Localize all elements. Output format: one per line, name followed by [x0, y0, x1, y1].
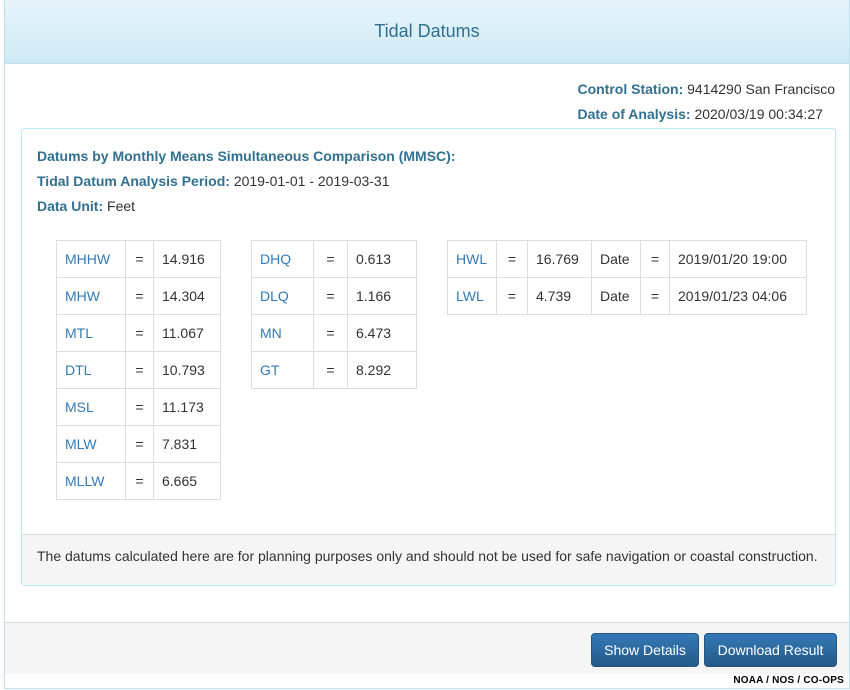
datum-value: 11.067	[153, 314, 221, 352]
tidal-datums-dialog: Tidal Datums Control Station: 9414290 Sa…	[4, 0, 850, 689]
noaa-credit: NOAA / NOS / CO-OPS	[733, 675, 844, 686]
table-row: DLQ = 1.166	[251, 277, 417, 315]
datum-name[interactable]: DTL	[56, 351, 126, 389]
control-station-value: 9414290 San Francisco	[687, 81, 835, 97]
datum-name[interactable]: DLQ	[251, 277, 314, 315]
datum-value: 0.613	[347, 240, 417, 278]
extreme-value: 4.739	[527, 277, 592, 315]
control-station-line: Control Station: 9414290 San Francisco	[577, 80, 835, 105]
datum-value: 14.916	[153, 240, 221, 278]
extreme-name[interactable]: HWL	[447, 240, 497, 278]
disclaimer-footer: The datums calculated here are for plann…	[22, 534, 835, 585]
datum-value: 14.304	[153, 277, 221, 315]
datum-name[interactable]: MLW	[56, 425, 126, 463]
equals-sign: =	[125, 425, 154, 463]
method-line: Datums by Monthly Means Simultaneous Com…	[37, 147, 820, 172]
analysis-date-line: Date of Analysis: 2020/03/19 00:34:27	[577, 105, 835, 130]
analysis-date-value: 2020/03/19 00:34:27	[694, 106, 823, 122]
disclaimer-text: The datums calculated here are for plann…	[37, 548, 818, 564]
equals-sign: =	[125, 462, 154, 500]
equals-sign: =	[313, 277, 348, 315]
period-line: Tidal Datum Analysis Period: 2019-01-01 …	[37, 172, 820, 197]
datum-name[interactable]: MHHW	[56, 240, 126, 278]
table-row: MLLW = 6.665	[56, 462, 221, 500]
period-label: Tidal Datum Analysis Period:	[37, 173, 230, 189]
extreme-value: 16.769	[527, 240, 592, 278]
equals-sign: =	[125, 314, 154, 352]
datum-value: 7.831	[153, 425, 221, 463]
datum-name[interactable]: DHQ	[251, 240, 314, 278]
datum-name[interactable]: GT	[251, 351, 314, 389]
table-row: DTL = 10.793	[56, 351, 221, 389]
datum-name[interactable]: MHW	[56, 277, 126, 315]
equals-sign: =	[125, 240, 154, 278]
equals-sign: =	[125, 388, 154, 426]
date-label: Date	[591, 240, 641, 278]
table-row: MSL = 11.173	[56, 388, 221, 426]
table-row: GT = 8.292	[251, 351, 417, 389]
extremes-table: HWL = 16.769 Date = 2019/01/20 19:00 LWL…	[447, 240, 807, 315]
datum-name[interactable]: MTL	[56, 314, 126, 352]
datum-name[interactable]: MLLW	[56, 462, 126, 500]
extreme-name[interactable]: LWL	[447, 277, 497, 315]
equals-sign: =	[313, 314, 348, 352]
dialog-header: Tidal Datums	[5, 0, 849, 64]
control-station-label: Control Station:	[577, 81, 684, 97]
extreme-date: 2019/01/23 04:06	[669, 277, 807, 315]
dialog-footer: Show Details Download Result	[5, 622, 849, 674]
datum-value: 8.292	[347, 351, 417, 389]
extreme-date: 2019/01/20 19:00	[669, 240, 807, 278]
results-panel: Datums by Monthly Means Simultaneous Com…	[21, 128, 836, 586]
equals-sign: =	[640, 240, 670, 278]
method-label: Datums by Monthly Means Simultaneous Com…	[37, 148, 456, 164]
table-row: MTL = 11.067	[56, 314, 221, 352]
datum-value: 11.173	[153, 388, 221, 426]
table-row: HWL = 16.769 Date = 2019/01/20 19:00	[447, 240, 807, 278]
equals-sign: =	[496, 240, 528, 278]
table-row: DHQ = 0.613	[251, 240, 417, 278]
equals-sign: =	[496, 277, 528, 315]
datum-name[interactable]: MSL	[56, 388, 126, 426]
datum-value: 6.473	[347, 314, 417, 352]
table-row: MHW = 14.304	[56, 277, 221, 315]
unit-value: Feet	[107, 198, 136, 214]
equals-sign: =	[640, 277, 670, 315]
datum-value: 6.665	[153, 462, 221, 500]
dialog-title: Tidal Datums	[374, 21, 480, 41]
period-value: 2019-01-01 - 2019-03-31	[233, 173, 390, 189]
datums-ranges-table: DHQ = 0.613 DLQ = 1.166 MN = 6.473 GT = 8.292	[251, 240, 417, 389]
unit-label: Data Unit:	[37, 198, 104, 214]
show-details-button[interactable]: Show Details	[591, 633, 699, 667]
table-row: MHHW = 14.916	[56, 240, 221, 278]
results-panel-body: Datums by Monthly Means Simultaneous Com…	[37, 147, 820, 222]
date-label: Date	[591, 277, 641, 315]
download-result-button[interactable]: Download Result	[704, 633, 837, 667]
datum-value: 10.793	[153, 351, 221, 389]
unit-line: Data Unit: Feet	[37, 197, 820, 222]
table-row: MN = 6.473	[251, 314, 417, 352]
analysis-date-label: Date of Analysis:	[577, 106, 691, 122]
datums-main-table: MHHW = 14.916 MHW = 14.304 MTL = 11.067 DTL = 10…	[56, 240, 221, 500]
table-row: LWL = 4.739 Date = 2019/01/23 04:06	[447, 277, 807, 315]
equals-sign: =	[125, 277, 154, 315]
table-row: MLW = 7.831	[56, 425, 221, 463]
equals-sign: =	[125, 351, 154, 389]
station-info: Control Station: 9414290 San Francisco D…	[577, 80, 835, 130]
datum-name[interactable]: MN	[251, 314, 314, 352]
datum-value: 1.166	[347, 277, 417, 315]
equals-sign: =	[313, 240, 348, 278]
equals-sign: =	[313, 351, 348, 389]
